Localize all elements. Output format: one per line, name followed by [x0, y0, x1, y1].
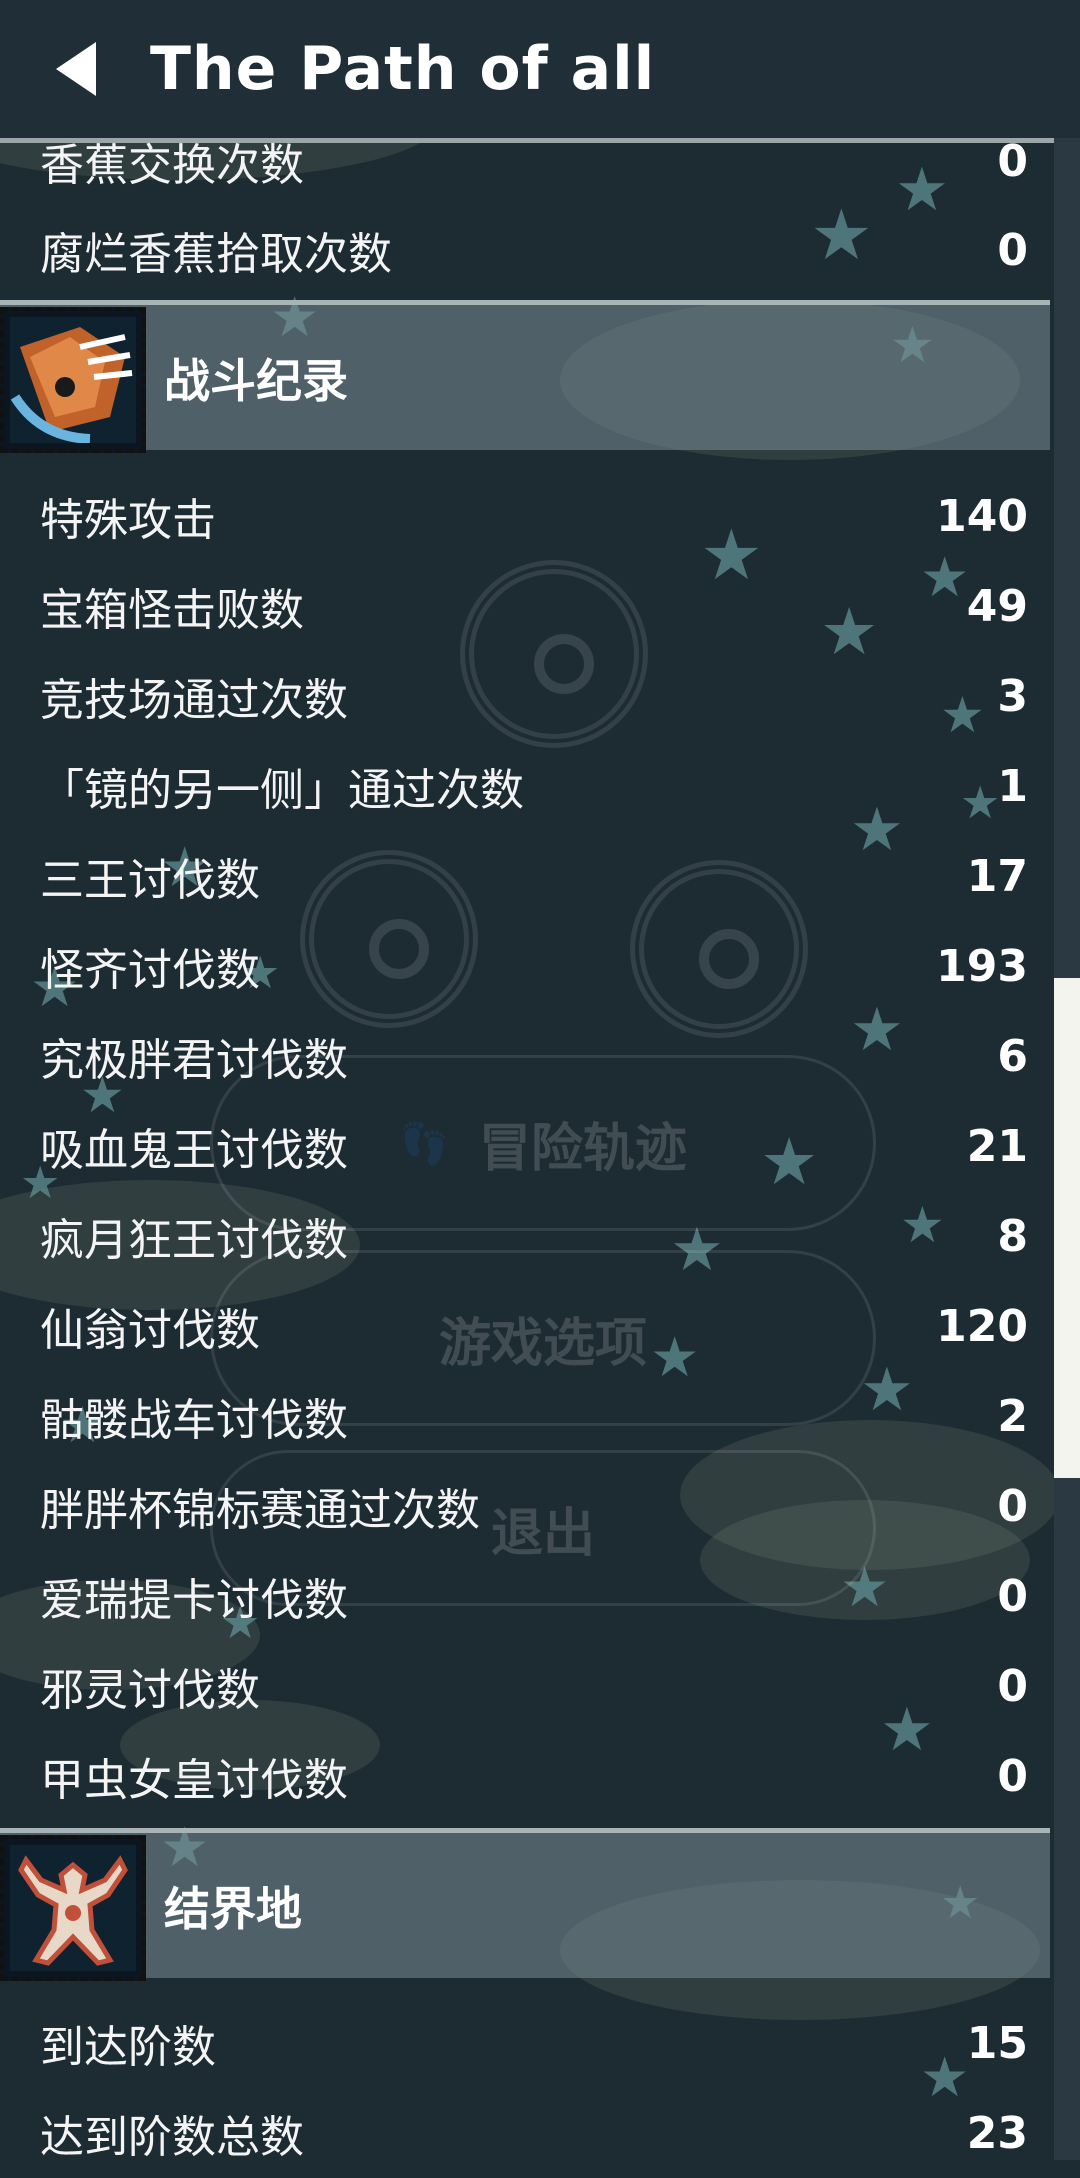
stat-value: 120	[936, 1300, 1028, 1352]
list-item: 究极胖君讨伐数 6	[0, 1011, 1050, 1101]
stat-value: 0	[997, 1480, 1028, 1532]
stat-label: 竞技场通过次数	[40, 675, 348, 726]
stat-label: 腐烂香蕉拾取次数	[40, 229, 392, 280]
stat-value: 2	[997, 1390, 1028, 1442]
stat-value: 0	[997, 1660, 1028, 1712]
list-item: 骷髅战车讨伐数 2	[0, 1371, 1050, 1461]
list-item: 邪灵讨伐数 0	[0, 1641, 1050, 1731]
stat-label: 爱瑞提卡讨伐数	[40, 1575, 348, 1626]
stat-label: 怪齐讨伐数	[40, 945, 260, 996]
stat-value: 15	[966, 2017, 1028, 2069]
stat-value: 21	[966, 1120, 1028, 1172]
stat-label: 到达阶数	[40, 2022, 216, 2073]
stat-label: 吸血鬼王讨伐数	[40, 1125, 348, 1176]
section-header-realm: 结界地	[0, 1828, 1050, 1981]
app-header: The Path of all	[0, 0, 1080, 143]
stat-label: 疯月狂王讨伐数	[40, 1215, 348, 1266]
stat-value: 17	[966, 850, 1028, 902]
stat-value: 140	[936, 490, 1028, 542]
back-arrow-icon[interactable]	[56, 42, 96, 96]
section-header-battle: 战斗纪录	[0, 300, 1050, 453]
stat-label: 达到阶数总数	[40, 2112, 304, 2163]
stat-label: 胖胖杯锦标赛通过次数	[40, 1485, 480, 1536]
stat-label: 「镜的另一侧」通过次数	[40, 765, 524, 816]
list-item: 三王讨伐数 17	[0, 831, 1050, 921]
list-item: 宝箱怪击败数 49	[0, 561, 1050, 651]
list-item: 甲虫女皇讨伐数 0	[0, 1731, 1050, 1821]
figure-icon	[0, 1835, 146, 1981]
stat-label: 甲虫女皇讨伐数	[40, 1755, 348, 1806]
list-item: 到达阶数 15	[0, 1998, 1050, 2088]
stat-value: 0	[997, 135, 1028, 187]
list-item: 竞技场通过次数 3	[0, 651, 1050, 741]
stat-label: 究极胖君讨伐数	[40, 1035, 348, 1086]
stat-label: 骷髅战车讨伐数	[40, 1395, 348, 1446]
stat-label: 邪灵讨伐数	[40, 1665, 260, 1716]
page-title: The Path of all	[150, 34, 656, 104]
stat-value: 193	[936, 940, 1028, 992]
stat-value: 8	[997, 1210, 1028, 1262]
stat-label: 特殊攻击	[40, 495, 216, 546]
list-item: 「镜的另一侧」通过次数 1	[0, 741, 1050, 831]
section-title: 战斗纪录	[164, 353, 348, 408]
list-item: 疯月狂王讨伐数 8	[0, 1191, 1050, 1281]
stat-value: 0	[997, 1570, 1028, 1622]
stat-value: 49	[966, 580, 1028, 632]
list-item: 吸血鬼王讨伐数 21	[0, 1101, 1050, 1191]
stat-value: 1	[997, 760, 1028, 812]
stat-value: 23	[966, 2107, 1028, 2159]
stat-value: 0	[997, 224, 1028, 276]
list-item: 爱瑞提卡讨伐数 0	[0, 1551, 1050, 1641]
stat-label: 宝箱怪击败数	[40, 585, 304, 636]
stat-value: 0	[997, 1750, 1028, 1802]
list-item: 仙翁讨伐数 120	[0, 1281, 1050, 1371]
claw-attack-icon	[0, 307, 146, 453]
list-item: 怪齐讨伐数 193	[0, 921, 1050, 1011]
list-item: 腐烂香蕉拾取次数 0	[0, 205, 1050, 295]
scrollbar-thumb[interactable]	[1054, 978, 1080, 1478]
stat-value: 3	[997, 670, 1028, 722]
stat-label: 仙翁讨伐数	[40, 1305, 260, 1356]
stat-value: 6	[997, 1030, 1028, 1082]
list-item: 达到阶数总数 23	[0, 2088, 1050, 2178]
list-item: 胖胖杯锦标赛通过次数 0	[0, 1461, 1050, 1551]
list-item: 特殊攻击 140	[0, 471, 1050, 561]
stat-label: 三王讨伐数	[40, 855, 260, 906]
section-title: 结界地	[164, 1881, 302, 1936]
